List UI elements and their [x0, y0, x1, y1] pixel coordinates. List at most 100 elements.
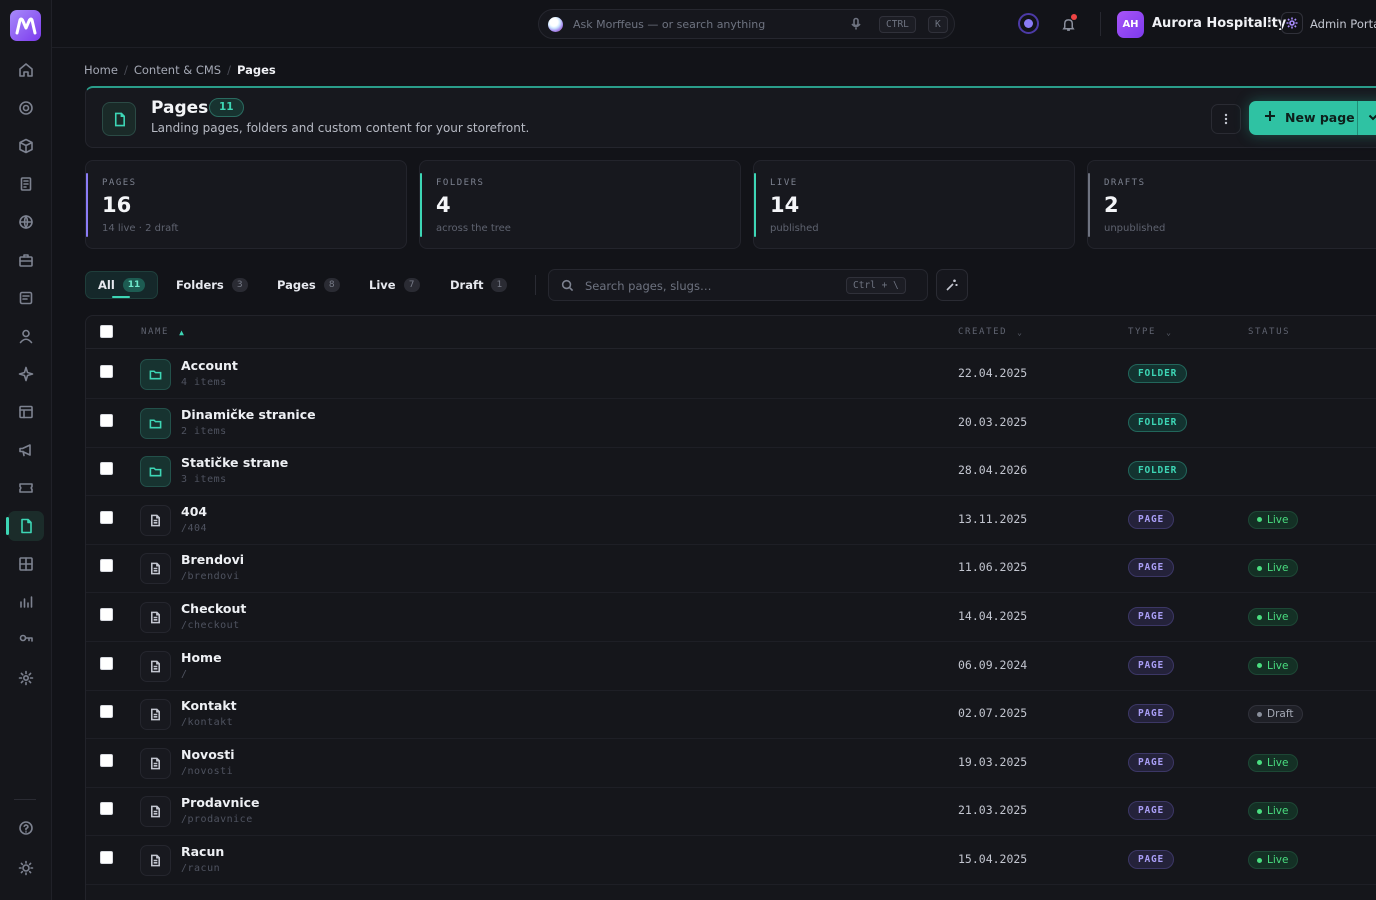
- table-row[interactable]: Checkout/checkout 14.04.2025 PAGE Live: [86, 593, 1376, 642]
- column-created[interactable]: CREATED ⌄: [958, 327, 1024, 337]
- select-all-checkbox[interactable]: [100, 325, 113, 338]
- layout-icon[interactable]: [14, 400, 38, 424]
- ticket-icon[interactable]: [14, 476, 38, 500]
- file-icon: [140, 553, 171, 585]
- file-icon: [140, 602, 171, 633]
- table-row[interactable]: Dinamičke stranice 2 items 20.03.2025 FOLDE…: [86, 399, 1376, 448]
- key-icon[interactable]: [14, 628, 38, 652]
- row-name[interactable]: Racun: [181, 844, 224, 859]
- table-row[interactable]: Prodavnice/prodavnice 21.03.2025 PAGE Live: [86, 787, 1376, 837]
- breadcrumb-content[interactable]: Content & CMS: [134, 63, 221, 77]
- table-row[interactable]: Statičke strane 3 items 28.04.2026 FOLDER: [86, 447, 1376, 497]
- row-subtitle: 2 items: [181, 425, 227, 437]
- status-dot: [1257, 711, 1262, 717]
- filter-tab-draft[interactable]: Draft 1: [450, 271, 508, 299]
- filter-tab-all[interactable]: All 11: [85, 271, 159, 299]
- row-name[interactable]: Statičke strane: [181, 455, 288, 470]
- table-row[interactable]: Racun/racun 15.04.2025 PAGE Live: [86, 836, 1376, 885]
- row-checkbox[interactable]: [100, 608, 113, 621]
- row-checkbox[interactable]: [100, 462, 113, 476]
- stat-label: FOLDERS: [436, 178, 485, 188]
- row-checkbox[interactable]: [100, 413, 113, 427]
- folder-icon: [140, 359, 171, 390]
- avatar[interactable]: AH: [1117, 11, 1144, 38]
- pages-icon[interactable]: [6, 511, 44, 541]
- type-badge: PAGE: [1128, 655, 1175, 675]
- ai-filter-button[interactable]: [936, 269, 968, 301]
- sparkle-icon[interactable]: [14, 362, 38, 386]
- column-status[interactable]: STATUS: [1248, 327, 1290, 337]
- box-icon[interactable]: [14, 134, 38, 158]
- row-subtitle: /brendovi: [181, 571, 240, 583]
- row-checkbox[interactable]: [100, 365, 113, 378]
- row-created: 22.04.2025: [958, 366, 1028, 380]
- row-name[interactable]: Home: [181, 650, 222, 665]
- row-name[interactable]: Novosti: [181, 747, 235, 762]
- folder-icon: [140, 456, 171, 488]
- table-row[interactable]: Novosti/novosti 19.03.2025 PAGE Live: [86, 739, 1376, 788]
- pages-search[interactable]: Ctrl + \: [548, 269, 928, 301]
- row-checkbox[interactable]: [100, 656, 113, 670]
- grid-icon[interactable]: [14, 552, 38, 576]
- sort-asc-icon: ▲: [179, 327, 186, 337]
- table-row[interactable]: 404/404 13.11.2025 PAGE Live: [86, 496, 1376, 545]
- global-search[interactable]: Ask Morffeus — or search anything CTRL K: [538, 9, 955, 39]
- row-name[interactable]: Dinamičke stranice: [181, 407, 316, 422]
- chevron-down-icon[interactable]: [1367, 111, 1376, 125]
- stat-accent-bar: [420, 173, 422, 237]
- type-badge: PAGE: [1128, 850, 1175, 869]
- column-name[interactable]: NAME ▲: [141, 327, 186, 337]
- breadcrumb-current: Pages: [237, 63, 276, 77]
- user-icon[interactable]: [14, 324, 38, 348]
- document-icon[interactable]: [14, 172, 38, 196]
- column-type[interactable]: TYPE ⌄: [1128, 327, 1173, 337]
- row-name[interactable]: Prodavnice: [181, 795, 260, 810]
- list-icon[interactable]: [14, 286, 38, 310]
- row-checkbox[interactable]: [100, 753, 113, 767]
- portal-icon[interactable]: [1281, 12, 1303, 34]
- row-name[interactable]: Checkout: [181, 601, 246, 616]
- row-checkbox[interactable]: [100, 559, 113, 573]
- button-split: [1357, 101, 1358, 135]
- row-created: 15.04.2025: [958, 852, 1028, 866]
- row-name[interactable]: Brendovi: [181, 552, 244, 567]
- row-name[interactable]: 404: [181, 504, 207, 519]
- type-badge: FOLDER: [1128, 412, 1188, 432]
- org-name[interactable]: Aurora Hospitality: [1152, 16, 1286, 31]
- search-input[interactable]: [585, 276, 835, 296]
- row-name[interactable]: Account: [181, 358, 238, 373]
- filter-tab-live[interactable]: Live 7: [369, 271, 420, 299]
- logo[interactable]: [10, 10, 41, 41]
- target-icon[interactable]: [14, 96, 38, 120]
- home-icon[interactable]: [14, 58, 38, 82]
- table-row[interactable]: Kontakt/kontakt 02.07.2025 PAGE Draft: [86, 690, 1376, 740]
- filter-tab-count: 7: [403, 278, 420, 292]
- pages-table: NAME ▲ CREATED ⌄ TYPE ⌄ STATUS Account 4 ite…: [85, 315, 1376, 900]
- table-row[interactable]: Home / 06.09.2024 PAGE Live: [86, 642, 1376, 691]
- stat-card-pages: PAGES 16 14 live · 2 draft: [85, 160, 407, 249]
- filter-tab-pages[interactable]: Pages 8: [277, 271, 340, 299]
- microphone-icon[interactable]: [849, 17, 863, 31]
- row-checkbox[interactable]: [100, 802, 113, 816]
- row-checkbox[interactable]: [100, 510, 113, 524]
- row-subtitle: /checkout: [181, 620, 240, 631]
- table-row[interactable]: Account 4 items 22.04.2025 FOLDER: [86, 350, 1376, 399]
- filter-tab-folders[interactable]: Folders 3: [176, 271, 248, 299]
- help-icon[interactable]: [14, 816, 38, 840]
- row-checkbox[interactable]: [100, 705, 113, 719]
- globe-icon[interactable]: [14, 210, 38, 234]
- megaphone-icon[interactable]: [14, 438, 38, 462]
- plus-icon: [1263, 109, 1279, 125]
- row-name[interactable]: Kontakt: [181, 698, 237, 713]
- breadcrumb-home[interactable]: Home: [84, 63, 118, 77]
- assistant-icon[interactable]: [1018, 13, 1039, 34]
- portal-name[interactable]: Admin Portal: [1310, 17, 1376, 31]
- settings-icon[interactable]: [14, 666, 38, 690]
- row-checkbox[interactable]: [100, 851, 113, 864]
- more-options-button[interactable]: [1211, 104, 1241, 134]
- briefcase-icon[interactable]: [14, 248, 38, 272]
- chart-icon[interactable]: [14, 590, 38, 614]
- table-row[interactable]: Brendovi/brendovi 11.06.2025 PAGE Live: [86, 544, 1376, 594]
- theme-sun-icon[interactable]: [14, 856, 38, 880]
- new-page-button[interactable]: New page: [1249, 101, 1376, 135]
